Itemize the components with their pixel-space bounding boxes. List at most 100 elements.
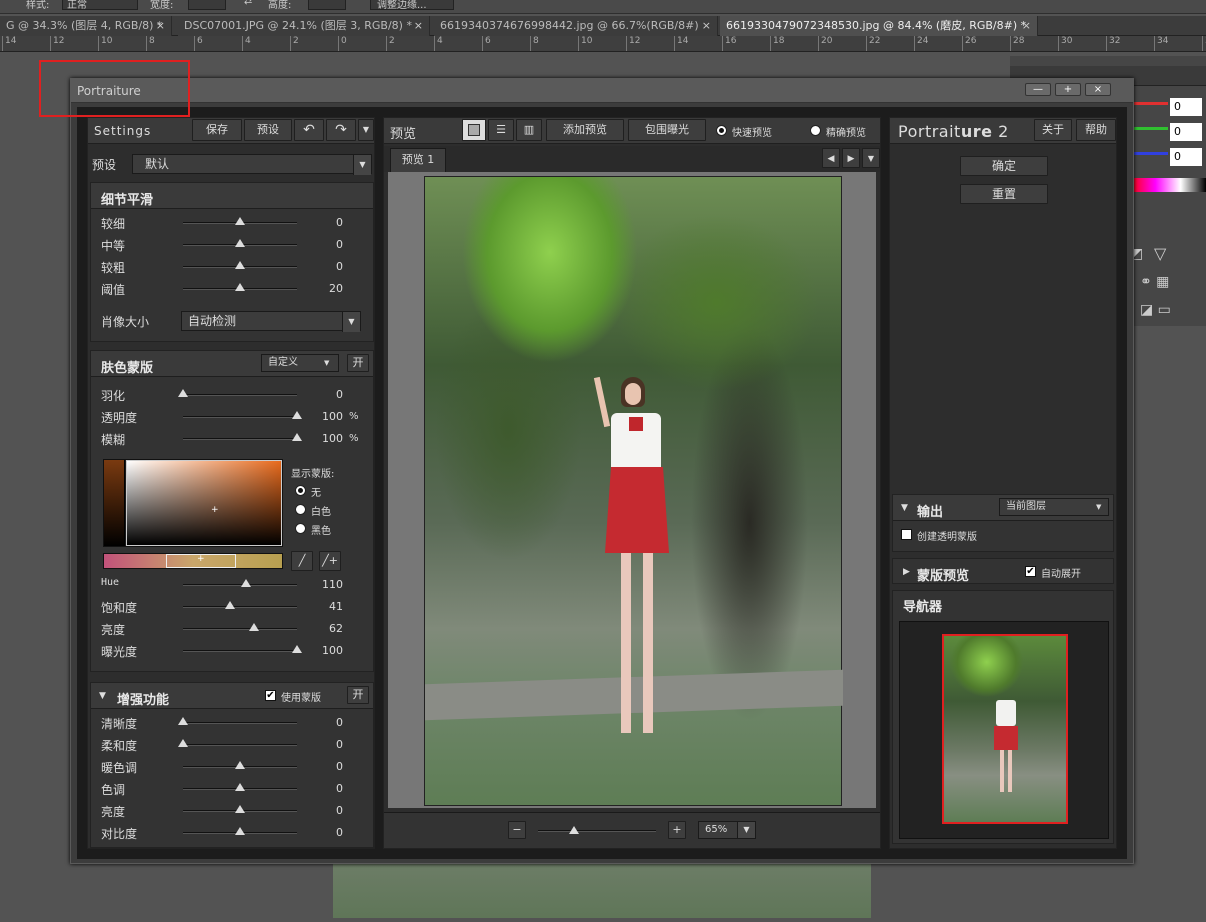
mask-white-radio[interactable]: [295, 504, 306, 515]
slider-thumb[interactable]: [235, 761, 245, 769]
navigator-thumbnail[interactable]: [942, 634, 1068, 824]
green-value-input[interactable]: 0: [1170, 123, 1202, 141]
split-horizontal-icon[interactable]: ☰: [488, 119, 514, 141]
close-icon[interactable]: ×: [702, 16, 711, 36]
slider-thumb[interactable]: [224, 601, 235, 609]
zoom-slider-track[interactable]: [538, 830, 656, 832]
saturation-value-field[interactable]: +: [126, 460, 282, 546]
mask-black-radio[interactable]: [295, 523, 306, 534]
preview-tab-1[interactable]: 预览 1: [390, 148, 446, 172]
mode-select[interactable]: 正常: [62, 0, 138, 11]
slider-track[interactable]: [183, 394, 297, 396]
mask-none-radio[interactable]: [295, 485, 306, 496]
dialog-titlebar[interactable]: Portraiture — + ×: [71, 79, 1133, 103]
about-button[interactable]: 关于: [1034, 119, 1072, 141]
preset-button[interactable]: 预设: [244, 119, 292, 141]
close-icon[interactable]: ×: [1022, 16, 1031, 36]
save-button[interactable]: 保存: [192, 119, 242, 141]
slider-thumb[interactable]: [235, 261, 245, 269]
slider-thumb[interactable]: [292, 411, 302, 419]
slider-thumb[interactable]: [292, 433, 302, 441]
auto-expand-checkbox[interactable]: ✔: [1025, 566, 1036, 577]
blue-value-input[interactable]: 0: [1170, 148, 1202, 166]
tab-next-icon[interactable]: ▶: [842, 148, 860, 168]
skin-color-picker[interactable]: +: [103, 459, 283, 547]
output-select[interactable]: 当前图层 ▼: [999, 498, 1109, 516]
enhance-on-button[interactable]: 开: [347, 686, 369, 704]
eyedropper-plus-icon[interactable]: ╱+: [319, 551, 341, 571]
slider-thumb[interactable]: [240, 579, 251, 587]
mask-icons[interactable]: ◪ ▭: [1140, 302, 1200, 318]
zoom-slider-thumb[interactable]: [569, 826, 579, 834]
tab-menu-icon[interactable]: ▼: [862, 148, 880, 168]
use-mask-checkbox[interactable]: ✔: [265, 690, 276, 701]
height-input[interactable]: [308, 0, 346, 10]
add-preview-button[interactable]: 添加预览: [546, 119, 624, 141]
close-icon[interactable]: ×: [414, 16, 423, 36]
preview-photo[interactable]: [424, 176, 843, 806]
swap-icon[interactable]: ⇄: [244, 0, 252, 7]
zoom-select[interactable]: 65% ▼: [698, 821, 756, 839]
hue-strip[interactable]: [104, 460, 124, 546]
collapse-triangle-icon[interactable]: ▼: [99, 691, 106, 701]
doc-tab-4[interactable]: 6619330479072348530.jpg @ 84.4% (磨皮, RGB…: [720, 16, 1038, 36]
color-ramp[interactable]: [1130, 178, 1206, 192]
fast-preview-radio[interactable]: [716, 125, 727, 136]
hue-range-bar[interactable]: +: [103, 553, 283, 569]
slider-track[interactable]: [183, 628, 297, 630]
slider-thumb[interactable]: [235, 805, 245, 813]
expand-triangle-icon[interactable]: ▶: [903, 567, 910, 577]
gradient-map-icon[interactable]: ▽: [1154, 244, 1174, 263]
slider-track[interactable]: [183, 416, 297, 418]
minimize-button[interactable]: —: [1025, 83, 1051, 96]
accurate-preview-radio[interactable]: [810, 125, 821, 136]
slider-thumb[interactable]: [235, 239, 245, 247]
preview-canvas[interactable]: [388, 172, 876, 808]
zoom-out-button[interactable]: −: [508, 821, 526, 839]
navigator-view[interactable]: [899, 621, 1109, 839]
redo-button[interactable]: ↷: [326, 119, 356, 141]
skin-mask-on-button[interactable]: 开: [347, 354, 369, 372]
slider-thumb[interactable]: [178, 739, 188, 747]
adjustment-icons[interactable]: ⚭ ▦: [1140, 274, 1200, 290]
slider-thumb[interactable]: [235, 283, 245, 291]
slider-thumb[interactable]: [235, 827, 245, 835]
slider-track[interactable]: [183, 606, 297, 608]
refine-edge-button[interactable]: 调整边缘...: [370, 0, 454, 11]
slider-track[interactable]: [183, 650, 297, 652]
settings-menu-button[interactable]: ▼: [358, 119, 374, 141]
slider-track[interactable]: [183, 722, 297, 724]
help-button[interactable]: 帮助: [1076, 119, 1116, 141]
close-button[interactable]: ×: [1085, 83, 1111, 96]
doc-tab-3[interactable]: 6619340374676998442.jpg @ 66.7%(RGB/8#) ×: [434, 16, 718, 36]
skin-mode-select[interactable]: 自定义 ▼: [261, 354, 339, 372]
slider-thumb[interactable]: [248, 623, 259, 631]
tab-prev-icon[interactable]: ◀: [822, 148, 840, 168]
red-value-input[interactable]: 0: [1170, 98, 1202, 116]
reset-button[interactable]: 重置: [960, 184, 1048, 204]
slider-track[interactable]: [183, 438, 297, 440]
maximize-button[interactable]: +: [1055, 83, 1081, 96]
clip-exposure-button[interactable]: 包围曝光: [628, 119, 706, 141]
single-view-icon[interactable]: [462, 119, 486, 141]
slider-thumb[interactable]: [178, 389, 188, 397]
zoom-in-button[interactable]: +: [668, 821, 686, 839]
width-input[interactable]: [188, 0, 226, 10]
slider-thumb[interactable]: [235, 783, 245, 791]
slider-thumb[interactable]: [292, 645, 302, 653]
doc-tab-2[interactable]: DSC07001.JPG @ 24.1% (图层 3, RGB/8) * ×: [178, 16, 430, 36]
slider-thumb[interactable]: [178, 717, 188, 725]
collapse-triangle-icon[interactable]: ▼: [901, 503, 908, 513]
portrait-size-select[interactable]: 自动检测 ▼: [181, 311, 361, 332]
picker-crosshair-icon[interactable]: +: [211, 505, 219, 515]
preset-select[interactable]: 默认 ▼: [132, 154, 372, 175]
slider-thumb[interactable]: [235, 217, 245, 225]
close-icon[interactable]: ×: [156, 16, 165, 36]
slider-track[interactable]: [183, 744, 297, 746]
create-transparent-checkbox[interactable]: [901, 529, 912, 540]
split-vertical-icon[interactable]: ▥: [516, 119, 542, 141]
doc-tab-1[interactable]: G @ 34.3% (图层 4, RGB/8) * ×: [0, 16, 172, 36]
undo-button[interactable]: ↶: [294, 119, 324, 141]
ok-button[interactable]: 确定: [960, 156, 1048, 176]
hue-range-window[interactable]: +: [166, 554, 236, 568]
